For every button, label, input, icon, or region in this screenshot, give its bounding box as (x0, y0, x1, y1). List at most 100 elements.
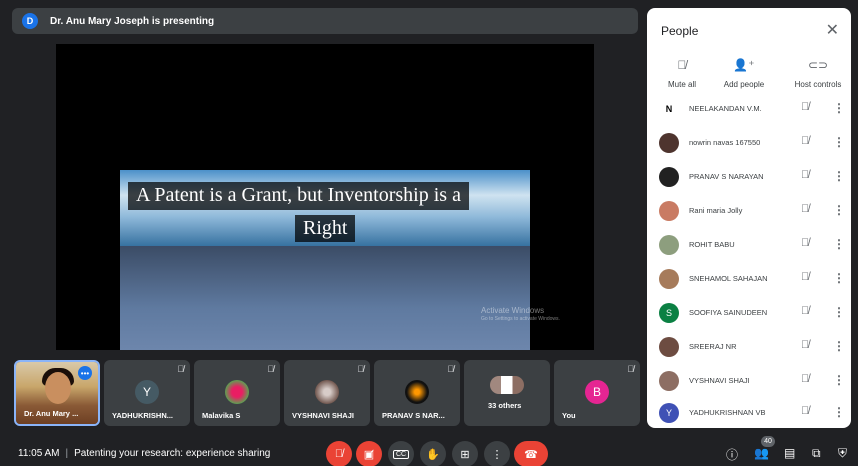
more-vert-icon[interactable]: ⋮ (833, 305, 845, 319)
participant-row[interactable]: N NEELAKANDAN V.M. 🎙̸ ⋮ (647, 92, 851, 126)
participant-row[interactable]: VYSHNAVI SHAJI 🎙̸ ⋮ (647, 364, 851, 398)
camera-toggle-button[interactable]: ▣̸ (356, 441, 382, 466)
separator: | (65, 448, 69, 459)
activities-button[interactable]: ⧉ (812, 446, 821, 461)
more-vert-icon[interactable]: ⋮ (833, 405, 845, 419)
participant-name: SNEHAMOL SAHAJAN (689, 274, 768, 283)
host-controls-button[interactable]: ⛨ (838, 446, 847, 461)
mic-off-icon[interactable]: 🎙̸ (801, 203, 809, 215)
participant-row[interactable]: S SOOFIYA SAINUDEEN 🎙̸ ⋮ (647, 296, 851, 330)
more-vert-icon: ⋮ (491, 448, 503, 461)
participant-name: YADHUKRISHN... (112, 411, 173, 420)
mic-off-icon: 🎙̸ (627, 364, 634, 374)
participant-name: SOOFIYA SAINUDEEN (689, 308, 768, 317)
participant-avatar (659, 167, 679, 187)
more-vert-icon[interactable]: ⋮ (833, 271, 845, 285)
mic-off-icon: 🎙̸ (267, 364, 274, 374)
participant-name: PRANAV S NAR... (382, 411, 445, 420)
mic-off-icon[interactable]: 🎙̸ (801, 271, 809, 283)
mic-off-icon[interactable]: 🎙̸ (801, 237, 809, 249)
participant-row[interactable]: Rani maria Jolly 🎙̸ ⋮ (647, 194, 851, 228)
participant-name: PRANAV S NARAYAN (689, 172, 764, 181)
mic-toggle-button[interactable]: 🎙̸ (326, 441, 352, 466)
present-screen-icon: ⊞ (460, 448, 470, 461)
camera-off-icon: ▣̸ (363, 448, 375, 461)
others-count: 33 others (488, 401, 522, 410)
info-icon: ⓘ (726, 448, 739, 462)
more-options-button[interactable]: ⋮ (484, 441, 510, 466)
participant-row[interactable]: SREERAJ NR 🎙̸ ⋮ (647, 330, 851, 364)
mic-off-icon[interactable]: 🎙̸ (801, 135, 809, 147)
activate-windows-title: Activate Windows (481, 306, 545, 315)
mic-off-icon[interactable]: 🎙̸ (801, 305, 809, 317)
participant-row[interactable]: ROHIT BABU 🎙̸ ⋮ (647, 228, 851, 262)
participant-tile[interactable]: 🎙̸ Y YADHUKRISHN... (104, 360, 190, 426)
participant-row[interactable]: PRANAV S NARAYAN 🎙̸ ⋮ (647, 160, 851, 194)
participant-avatar (659, 371, 679, 391)
presenter-avatar: D (22, 13, 38, 29)
participant-name: Rani maria Jolly (689, 206, 743, 215)
more-vert-icon[interactable]: ⋮ (833, 203, 845, 217)
participant-avatar: Y (659, 403, 679, 423)
slide-title-line-1: A Patent is a Grant, but Inventorship is… (128, 182, 469, 210)
presentation-stage: A Patent is a Grant, but Inventorship is… (56, 44, 594, 350)
host-controls-label: Host controls (794, 80, 842, 89)
chat-icon: ▤ (784, 446, 796, 460)
participant-tile[interactable]: 🎙̸ VYSHNAVI SHAJI (284, 360, 370, 426)
participant-row[interactable]: nowrin navas 167550 🎙̸ ⋮ (647, 126, 851, 160)
participant-tile-presenter[interactable]: ••• Dr. Anu Mary ... (14, 360, 100, 426)
mic-off-icon[interactable]: 🎙̸ (801, 405, 809, 417)
participant-name: ROHIT BABU (689, 240, 735, 249)
slide-title-line-2: Right (295, 215, 356, 242)
participant-avatar (659, 337, 679, 357)
participant-avatar (659, 235, 679, 255)
more-vert-icon[interactable]: ⋮ (833, 339, 845, 353)
people-icon: 👥 (754, 446, 769, 460)
close-panel-button[interactable]: ✕ (826, 20, 839, 40)
participant-avatar: N (659, 99, 679, 119)
raise-hand-button[interactable]: ✋ (420, 441, 446, 466)
host-controls-action[interactable]: ⊂⊃ Host controls (783, 58, 851, 89)
mute-all-button[interactable]: 🎙̸ Mute all (647, 58, 717, 89)
participant-row[interactable]: SNEHAMOL SAHAJAN 🎙̸ ⋮ (647, 262, 851, 296)
meeting-info-button[interactable]: ⓘ (726, 446, 738, 463)
present-screen-button[interactable]: ⊞ (452, 441, 478, 466)
presenting-banner: D Dr. Anu Mary Joseph is presenting (12, 8, 638, 34)
more-vert-icon[interactable]: ⋮ (833, 101, 845, 115)
participant-name: NEELAKANDAN V.M. (689, 104, 762, 113)
captions-icon: CC (392, 449, 410, 459)
people-panel: People ✕ 🎙̸ Mute all 👤⁺ Add people ⊂⊃ Ho… (647, 8, 851, 428)
more-vert-icon[interactable]: ⋮ (833, 373, 845, 387)
chat-button[interactable]: ▤ (784, 446, 795, 460)
mic-off-icon: 🎙̸ (177, 364, 184, 374)
add-people-button[interactable]: 👤⁺ Add people (709, 58, 779, 89)
participant-tile-others[interactable]: 33 others (464, 360, 550, 426)
participant-name: Malavika S (202, 411, 241, 420)
person-add-icon: 👤⁺ (733, 58, 755, 72)
participant-name: YADHUKRISHNAN VB (689, 408, 766, 417)
captions-button[interactable]: CC (388, 441, 414, 466)
mic-off-icon: 🎙̸ (357, 364, 364, 374)
mic-off-icon[interactable]: 🎙̸ (801, 373, 809, 385)
more-vert-icon[interactable]: ⋮ (833, 135, 845, 149)
participant-avatar (659, 133, 679, 153)
participant-row[interactable]: Y YADHUKRISHNAN VB 🎙̸ ⋮ (647, 396, 851, 428)
more-vert-icon[interactable]: ⋮ (833, 237, 845, 251)
participant-avatar (225, 380, 249, 404)
mic-off-icon[interactable]: 🎙̸ (801, 169, 809, 181)
more-vert-icon[interactable]: ⋮ (833, 169, 845, 183)
participant-tile[interactable]: 🎙̸ PRANAV S NAR... (374, 360, 460, 426)
participant-tile-self[interactable]: 🎙̸ B You (554, 360, 640, 426)
people-button[interactable]: 👥 (754, 446, 769, 460)
mic-off-icon: 🎙̸ (447, 364, 454, 374)
leave-call-button[interactable]: ☎ (514, 441, 548, 466)
participant-avatar: Y (135, 380, 159, 404)
participant-avatar (315, 380, 339, 404)
mic-off-icon[interactable]: 🎙̸ (801, 339, 809, 351)
face-shape (45, 372, 71, 404)
participant-avatar (659, 269, 679, 289)
activities-icon: ⧉ (812, 446, 821, 460)
participant-avatar: S (659, 303, 679, 323)
mic-off-icon[interactable]: 🎙̸ (801, 101, 809, 113)
participant-tile[interactable]: 🎙̸ Malavika S (194, 360, 280, 426)
